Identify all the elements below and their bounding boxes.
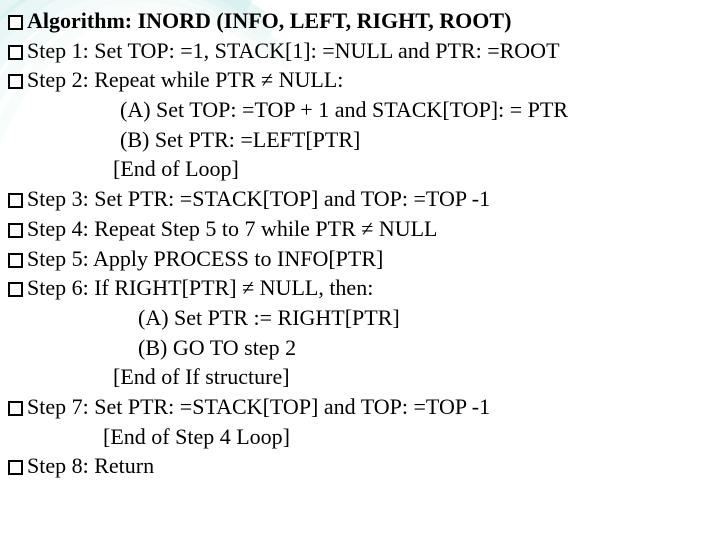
step-text: (B) GO TO step 2 — [138, 333, 296, 363]
step-6-line: Step 6: If RIGHT[PTR] ≠ NULL, then: — [8, 273, 712, 303]
step-text: (A) Set PTR := RIGHT[PTR] — [138, 303, 400, 333]
step-2a-line: (A) Set TOP: =TOP + 1 and STACK[TOP]: = … — [8, 95, 712, 125]
step-2-line: Step 2: Repeat while PTR ≠ NULL: — [8, 65, 712, 95]
square-bullet-icon — [8, 223, 23, 238]
step-6b-line: (B) GO TO step 2 — [8, 333, 712, 363]
square-bullet-icon — [8, 15, 23, 30]
algo-title-line: Algorithm: INORD (INFO, LEFT, RIGHT, ROO… — [8, 6, 712, 36]
step-text: Step 6: If RIGHT[PTR] ≠ NULL, then: — [27, 273, 373, 303]
square-bullet-icon — [8, 45, 23, 60]
step-text: Step 3: Set PTR: =STACK[TOP] and TOP: =T… — [27, 184, 490, 214]
step-text: Step 8: Return — [27, 451, 154, 481]
step-text: [End of Loop] — [113, 154, 239, 184]
step-text: [End of Step 4 Loop] — [103, 422, 290, 452]
step-3-line: Step 3: Set PTR: =STACK[TOP] and TOP: =T… — [8, 184, 712, 214]
step-2b-line: (B) Set PTR: =LEFT[PTR] — [8, 125, 712, 155]
end-loop-line: [End of Loop] — [8, 154, 712, 184]
step-5-line: Step 5: Apply PROCESS to INFO[PTR] — [8, 244, 712, 274]
square-bullet-icon — [8, 193, 23, 208]
step-text: Step 5: Apply PROCESS to INFO[PTR] — [27, 244, 383, 274]
step-text: Step 7: Set PTR: =STACK[TOP] and TOP: =T… — [27, 392, 490, 422]
step-6a-line: (A) Set PTR := RIGHT[PTR] — [8, 303, 712, 333]
step-text: Step 4: Repeat Step 5 to 7 while PTR ≠ N… — [27, 214, 437, 244]
end-if-line: [End of If structure] — [8, 362, 712, 392]
algo-title: Algorithm: INORD (INFO, LEFT, RIGHT, ROO… — [27, 6, 511, 36]
step-text: (B) Set PTR: =LEFT[PTR] — [120, 125, 360, 155]
algorithm-content: Algorithm: INORD (INFO, LEFT, RIGHT, ROO… — [8, 6, 712, 481]
step-4-line: Step 4: Repeat Step 5 to 7 while PTR ≠ N… — [8, 214, 712, 244]
step-text: (A) Set TOP: =TOP + 1 and STACK[TOP]: = … — [120, 95, 568, 125]
square-bullet-icon — [8, 253, 23, 268]
step-1-line: Step 1: Set TOP: =1, STACK[1]: =NULL and… — [8, 36, 712, 66]
square-bullet-icon — [8, 401, 23, 416]
step-text: Step 2: Repeat while PTR ≠ NULL: — [27, 65, 343, 95]
end-step4-loop-line: [End of Step 4 Loop] — [8, 422, 712, 452]
square-bullet-icon — [8, 74, 23, 89]
square-bullet-icon — [8, 460, 23, 475]
square-bullet-icon — [8, 282, 23, 297]
step-text: [End of If structure] — [113, 362, 290, 392]
step-7-line: Step 7: Set PTR: =STACK[TOP] and TOP: =T… — [8, 392, 712, 422]
step-8-line: Step 8: Return — [8, 451, 712, 481]
step-text: Step 1: Set TOP: =1, STACK[1]: =NULL and… — [27, 36, 560, 66]
